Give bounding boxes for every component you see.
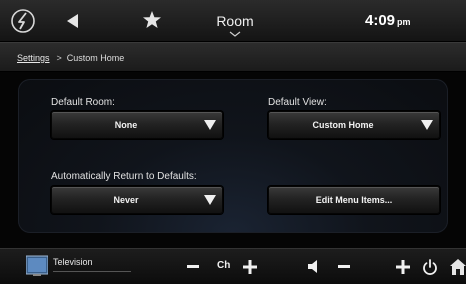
channel-down-icon[interactable] (187, 265, 199, 269)
power-icon[interactable] (422, 259, 438, 275)
default-room-dropdown[interactable]: None (51, 111, 223, 139)
auto-return-value: Never (113, 195, 139, 205)
channel-label: Ch (217, 260, 231, 271)
default-room-value: None (114, 120, 138, 130)
auto-return-label: Automatically Return to Defaults: (51, 171, 197, 182)
dropdown-arrow-icon (204, 120, 216, 130)
dropdown-arrow-icon (204, 195, 216, 205)
tv-thumbnail-icon[interactable] (26, 254, 48, 278)
default-view-value: Custom Home (312, 120, 374, 130)
settings-panel: Default Room: None Default View: Custom … (18, 79, 448, 233)
back-arrow-icon[interactable] (64, 12, 82, 30)
breadcrumb-current: Custom Home (66, 53, 125, 63)
app-frame: Room 4:09 pm Settings > Custom Home Default… (0, 0, 466, 284)
source-underline (53, 271, 131, 272)
volume-up-icon[interactable] (396, 260, 410, 274)
default-room-label: Default Room: (51, 97, 115, 108)
auto-return-dropdown[interactable]: Never (51, 186, 223, 214)
chevron-down-icon[interactable] (229, 31, 241, 37)
bottom-bar: Television Ch (0, 248, 466, 284)
clock-time: 4:09 (365, 12, 396, 29)
top-bar: Room 4:09 pm (0, 0, 466, 42)
speaker-icon (308, 260, 317, 273)
breadcrumb-separator: > (56, 53, 62, 63)
home-icon[interactable] (450, 258, 466, 276)
dropdown-arrow-icon (421, 120, 433, 130)
star-icon[interactable] (142, 10, 162, 30)
clock: 4:09 pm (365, 12, 411, 29)
room-selector[interactable]: Room (200, 13, 270, 29)
edit-menu-items-button[interactable]: Edit Menu Items... (268, 186, 440, 214)
clock-ampm: pm (397, 17, 411, 27)
channel-up-icon[interactable] (243, 260, 257, 274)
default-view-label: Default View: (268, 97, 327, 108)
swirl-logo-icon[interactable] (10, 8, 36, 34)
breadcrumb: Settings > Custom Home (0, 42, 466, 72)
volume-down-icon[interactable] (338, 265, 350, 269)
default-view-dropdown[interactable]: Custom Home (268, 111, 440, 139)
breadcrumb-settings-link[interactable]: Settings (17, 53, 50, 63)
source-label[interactable]: Television (53, 257, 93, 267)
